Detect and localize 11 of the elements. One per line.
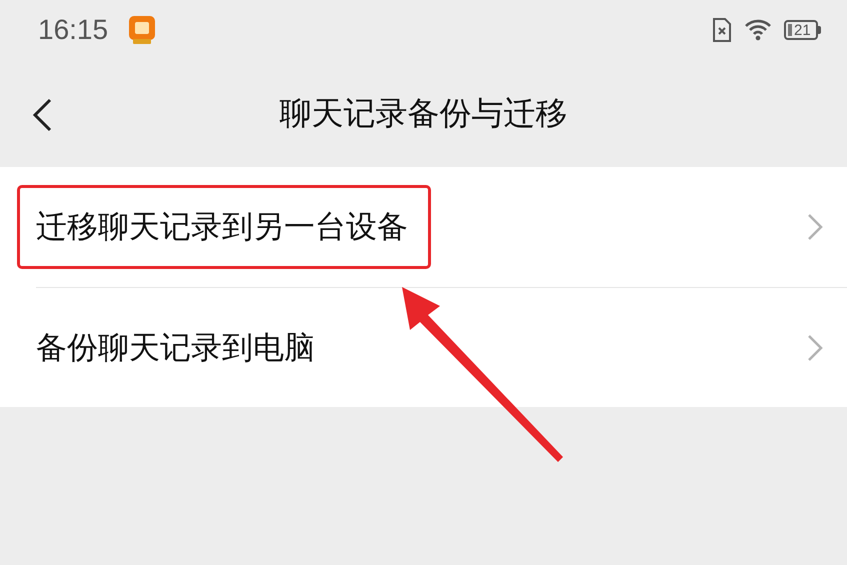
- chevron-icon: [807, 213, 823, 241]
- page-title: 聊天记录备份与迁移: [280, 92, 568, 134]
- shopping-app-icon: [128, 15, 156, 45]
- wifi-icon: [744, 19, 772, 41]
- settings-row[interactable]: 迁移聊天记录到另一台设备: [0, 167, 847, 287]
- row-label: 迁移聊天记录到另一台设备: [36, 208, 408, 247]
- no-sim-icon: [712, 17, 732, 43]
- battery-icon: 21: [784, 20, 821, 40]
- clock-time: 16:15: [38, 14, 108, 46]
- row-label: 备份聊天记录到电脑: [36, 328, 315, 368]
- chevron-icon: [807, 334, 823, 362]
